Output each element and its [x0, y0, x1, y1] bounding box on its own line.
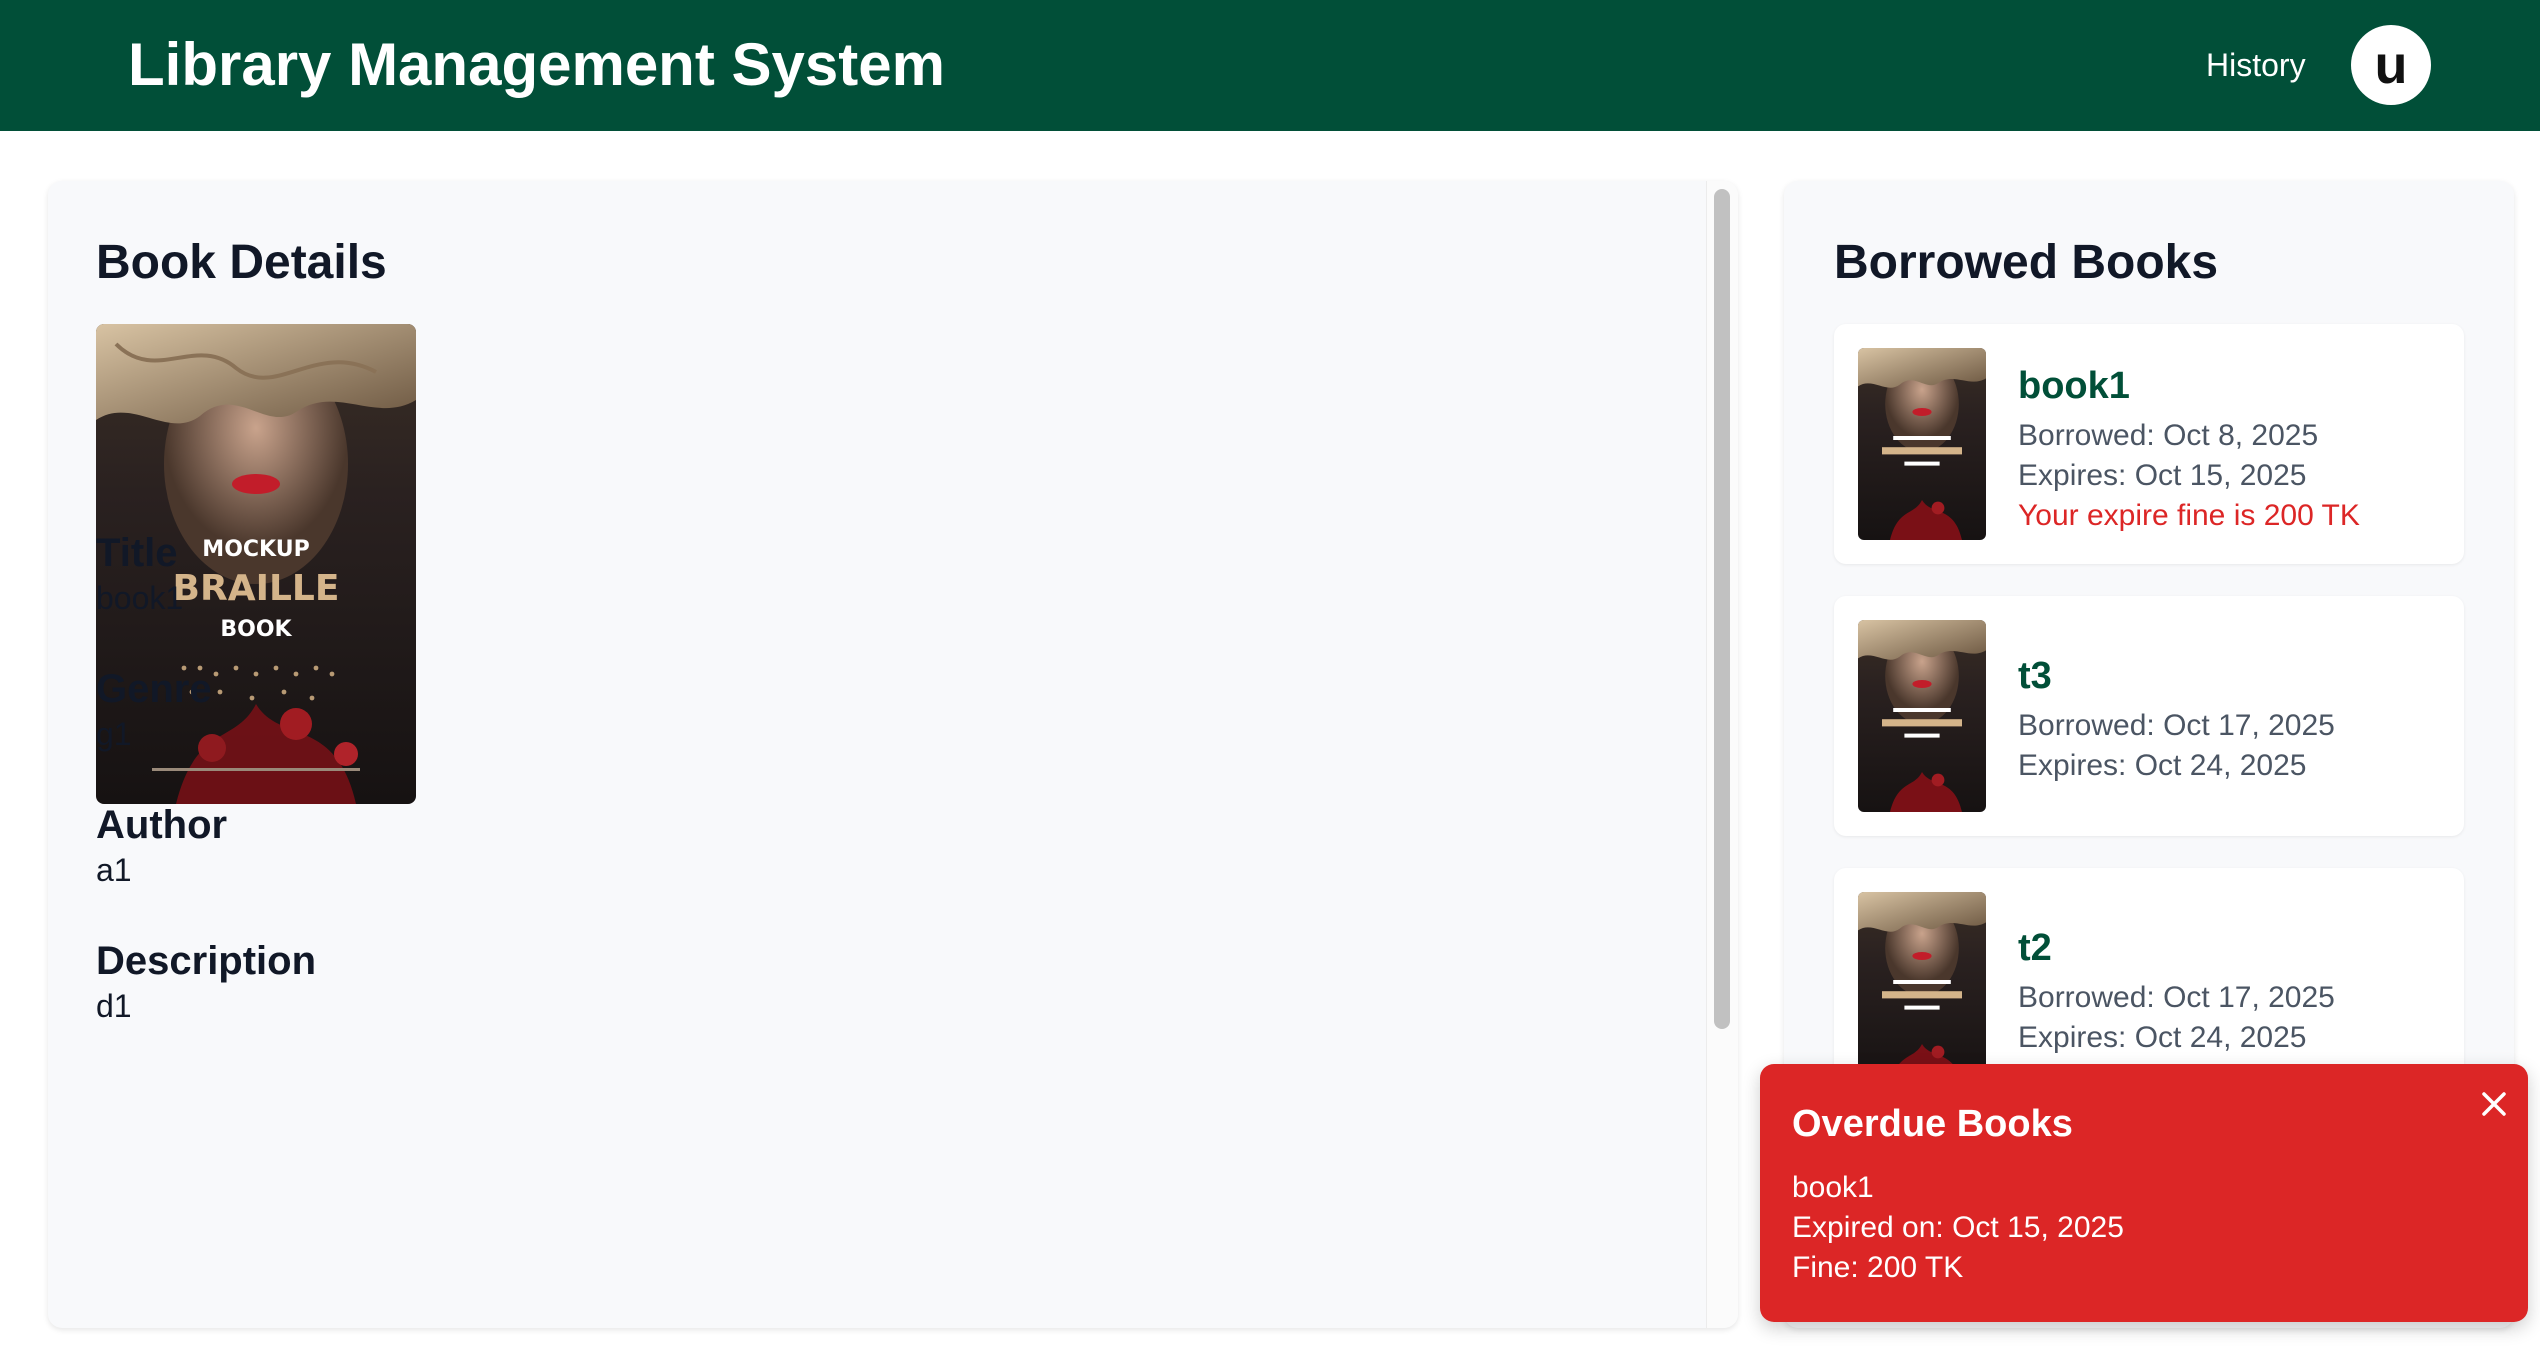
history-link[interactable]: History	[2206, 44, 2306, 86]
app-title: Library Management System	[128, 31, 945, 98]
overdue-expired-date: Expired on: Oct 15, 2025	[1792, 1211, 2124, 1244]
app-header: Library Management System History u	[0, 0, 2540, 131]
book-thumbnail	[1858, 348, 1986, 540]
borrowed-date: Borrowed: Oct 17, 2025	[2018, 709, 2335, 742]
genre-label: Genre	[96, 667, 212, 711]
borrowed-book-title[interactable]: t3	[2018, 652, 2052, 700]
cover-text-braille: BRAILLE	[173, 568, 340, 609]
overdue-books-toast: Overdue Books book1 Expired on: Oct 15, …	[1760, 1064, 2528, 1322]
borrowed-book-title[interactable]: book1	[2018, 362, 2130, 410]
expires-date: Expires: Oct 24, 2025	[2018, 749, 2307, 782]
title-value: book1	[96, 580, 184, 616]
title-label: Title	[96, 531, 178, 575]
book-details-panel: Book Details MOCKUP BRAILLE BOOK Title b…	[48, 181, 1738, 1328]
book-details-heading: Book Details	[96, 236, 387, 289]
borrowed-book-card[interactable]: t3 Borrowed: Oct 17, 2025 Expires: Oct 2…	[1834, 596, 2464, 836]
borrowed-date: Borrowed: Oct 8, 2025	[2018, 419, 2319, 452]
toast-title: Overdue Books	[1792, 1103, 2073, 1145]
genre-value: g1	[96, 716, 132, 752]
author-value: a1	[96, 852, 132, 888]
overdue-fine: Fine: 200 TK	[1792, 1251, 1964, 1284]
expires-date: Expires: Oct 15, 2025	[2018, 459, 2307, 492]
description-value: d1	[96, 988, 132, 1024]
expires-date: Expires: Oct 24, 2025	[2018, 1021, 2307, 1054]
close-icon[interactable]	[2474, 1084, 2514, 1124]
borrowed-books-heading: Borrowed Books	[1834, 236, 2219, 289]
user-avatar[interactable]: u	[2351, 25, 2431, 105]
book-details-content: Book Details MOCKUP BRAILLE BOOK Title b…	[48, 181, 1708, 1328]
borrowed-book-title[interactable]: t2	[2018, 924, 2052, 972]
details-scrollbar-thumb[interactable]	[1714, 189, 1730, 1029]
description-label: Description	[96, 939, 317, 983]
cover-text-book: BOOK	[220, 617, 292, 642]
overdue-book-title: book1	[1792, 1171, 1874, 1204]
book-thumbnail	[1858, 892, 1986, 1084]
borrowed-book-card[interactable]: book1 Borrowed: Oct 8, 2025 Expires: Oct…	[1834, 324, 2464, 564]
fine-notice: Your expire fine is 200 TK	[2018, 499, 2360, 532]
borrowed-date: Borrowed: Oct 17, 2025	[2018, 981, 2335, 1014]
book-thumbnail	[1858, 620, 1986, 812]
author-label: Author	[96, 803, 228, 847]
cover-text-mockup: MOCKUP	[202, 537, 309, 562]
